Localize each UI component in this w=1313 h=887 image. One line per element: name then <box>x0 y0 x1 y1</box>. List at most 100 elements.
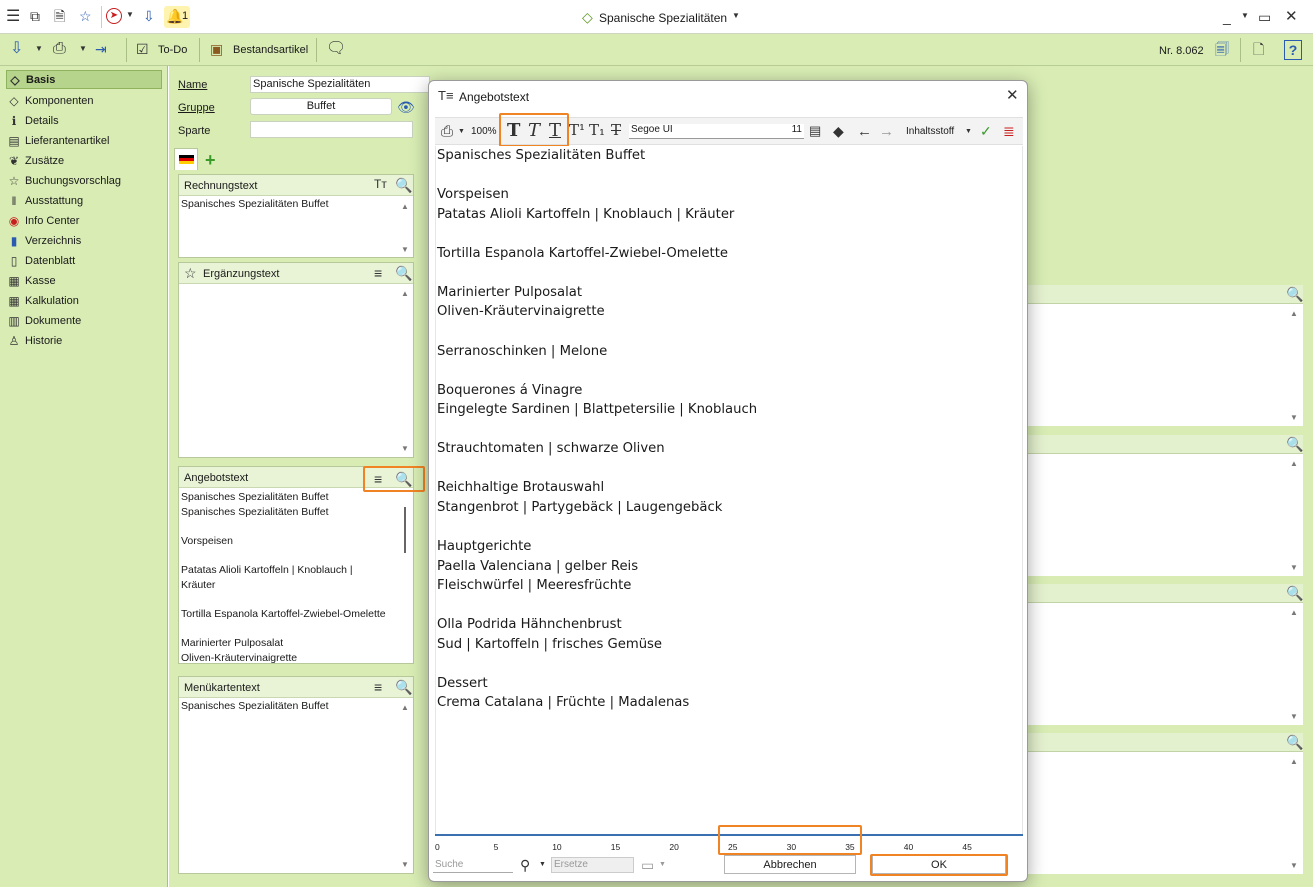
zoom-icon[interactable]: 🔍 <box>395 680 412 694</box>
redo-arrow-icon[interactable]: → <box>879 124 894 139</box>
style-dropdown[interactable]: Inhaltsstoff <box>906 126 954 137</box>
nav-item-basis[interactable]: ◇ Basis <box>6 70 162 89</box>
scroll-down-icon[interactable]: ▼ <box>1290 862 1298 870</box>
replace-icon[interactable]: ▭ <box>641 858 654 872</box>
nav-item-kasse[interactable]: ▦ Kasse <box>6 271 162 290</box>
spellcheck-icon[interactable]: ✓ <box>980 124 992 138</box>
comment-icon[interactable]: 🗨 <box>326 41 346 57</box>
zoom-level[interactable]: 100% <box>471 126 497 137</box>
strikethrough-icon[interactable]: T <box>611 123 621 138</box>
compass-icon[interactable]: ➤ <box>106 8 122 24</box>
document-clock-icon[interactable]: 🗋 <box>1253 42 1264 56</box>
maximize-icon[interactable]: ▭ <box>1258 10 1271 24</box>
minimize-icon[interactable]: _ <box>1223 10 1231 24</box>
nav-item-historie[interactable]: ♙ Historie <box>6 331 162 350</box>
panel-title: Rechnungstext <box>184 180 258 192</box>
zoom-icon[interactable]: 🔍 <box>395 266 412 280</box>
text-editor[interactable]: Spanisches Spezialitäten Buffet Vorspeise… <box>435 146 1023 834</box>
chevron-down-icon[interactable]: ▼ <box>126 11 134 19</box>
nav-item-zusaetze[interactable]: ❦ Zusätze <box>6 151 162 170</box>
nav-item-komponenten[interactable]: ◇ Komponenten <box>6 91 162 110</box>
scroll-up-icon[interactable]: ▲ <box>1290 609 1298 617</box>
zoom-icon[interactable]: 🔍 <box>395 178 412 192</box>
favorites-icon[interactable]: ☆ <box>79 9 92 23</box>
print-icon[interactable]: ⎙ <box>53 41 66 57</box>
nav-item-info-center[interactable]: ◉ Info Center <box>6 211 162 230</box>
superscript-icon[interactable]: T¹ <box>569 123 585 138</box>
title-dropdown-icon[interactable]: ▼ <box>732 12 740 20</box>
dialog-close-icon[interactable]: ✕ <box>1006 88 1019 103</box>
nav-item-datenblatt[interactable]: ▯ Datenblatt <box>6 251 162 270</box>
nav-item-dokumente[interactable]: ▥ Dokumente <box>6 311 162 330</box>
language-tab-de[interactable] <box>174 148 198 170</box>
print-icon[interactable]: ⎙ <box>441 124 453 139</box>
nav-item-lieferantenartikel[interactable]: ▤ Lieferantenartikel <box>6 131 162 150</box>
separator <box>1240 38 1241 62</box>
undo-arrow-icon[interactable]: ← <box>857 124 872 139</box>
nav-item-buchungsvorschlag[interactable]: ☆ Buchungsvorschlag <box>6 171 162 190</box>
help-icon[interactable]: ? <box>1284 40 1302 60</box>
close-icon[interactable]: ✕ <box>1285 9 1298 24</box>
eye-icon[interactable]: 👁 <box>397 100 415 114</box>
scroll-up-icon[interactable]: ▲ <box>401 290 409 298</box>
scroll-up-icon[interactable]: ▲ <box>1290 758 1298 766</box>
nav-item-ausstattung[interactable]: ‖ Ausstattung <box>6 191 162 210</box>
search-icon[interactable]: ⚲ <box>520 858 530 872</box>
todo-button[interactable]: To-Do <box>158 44 187 56</box>
scroll-down-icon[interactable]: ▼ <box>1290 414 1298 422</box>
gruppe-field[interactable]: Buffet <box>250 98 392 115</box>
highlight-box <box>363 466 425 492</box>
scrollbar-thumb[interactable] <box>404 507 406 553</box>
add-language-icon[interactable]: + <box>205 151 216 169</box>
nav-item-details[interactable]: ℹ Details <box>6 111 162 130</box>
zoom-icon[interactable]: 🔍 <box>1286 735 1303 749</box>
tag-icon: ◇ <box>10 72 20 87</box>
font-size[interactable]: 11 <box>792 124 802 135</box>
name-field[interactable]: Spanische Spezialitäten <box>250 76 430 93</box>
scroll-up-icon[interactable]: ▲ <box>401 704 409 712</box>
print-dropdown-icon[interactable]: ▼ <box>79 45 87 53</box>
scroll-up-icon[interactable]: ▲ <box>401 203 409 211</box>
recent-documents-icon[interactable]: 🗎 <box>54 9 65 23</box>
transfer-icon[interactable]: ⇥ <box>95 42 107 56</box>
save-download-icon[interactable]: ⇩ <box>10 41 23 57</box>
scroll-down-icon[interactable]: ▼ <box>401 861 409 869</box>
checklist-icon: ☑ <box>136 41 149 57</box>
scroll-down-icon[interactable]: ▼ <box>401 246 409 254</box>
zoom-icon[interactable]: 🔍 <box>1286 437 1303 451</box>
sort-list-icon[interactable]: ≡ <box>374 266 382 280</box>
search-field[interactable]: Suche <box>433 857 513 873</box>
bookmark-download-icon[interactable]: ⇩ <box>143 9 155 23</box>
font-name-field[interactable]: Segoe UI 11 <box>629 124 804 139</box>
eraser-icon[interactable]: ◆ <box>833 124 844 138</box>
zoom-icon[interactable]: 🔍 <box>1286 287 1303 301</box>
scroll-down-icon[interactable]: ▼ <box>401 445 409 453</box>
replace-dropdown-icon[interactable]: ▼ <box>659 861 666 868</box>
scroll-up-icon[interactable]: ▲ <box>1290 460 1298 468</box>
nav-item-verzeichnis[interactable]: ▮ Verzeichnis <box>6 231 162 250</box>
scroll-down-icon[interactable]: ▼ <box>1290 713 1298 721</box>
windows-icon[interactable]: ⧉ <box>30 9 40 23</box>
sparte-field[interactable] <box>250 121 413 138</box>
document-settings-icon[interactable]: 🗐 <box>1215 42 1229 56</box>
sort-list-icon[interactable]: ≡ <box>374 680 382 694</box>
name-label: Name <box>178 79 208 91</box>
search-dropdown-icon[interactable]: ▼ <box>539 861 546 868</box>
cancel-button[interactable]: Abbrechen <box>724 855 856 874</box>
window-menu-icon[interactable]: ▼ <box>1241 12 1249 20</box>
font-size-icon[interactable]: ▤ <box>809 124 821 137</box>
style-dropdown-icon[interactable]: ▼ <box>965 128 972 135</box>
replace-field[interactable]: Ersetze <box>551 857 634 873</box>
scroll-down-icon[interactable]: ▼ <box>1290 564 1298 572</box>
notification-button[interactable]: 🔔 1 <box>164 6 190 28</box>
text-format-icon[interactable]: Tт <box>374 178 387 190</box>
zoom-icon[interactable]: 🔍 <box>1286 586 1303 600</box>
hamburger-menu-icon[interactable]: ☰ <box>6 9 20 25</box>
print-dropdown-icon[interactable]: ▼ <box>458 128 465 135</box>
subscript-icon[interactable]: T₁ <box>589 123 605 138</box>
save-dropdown-icon[interactable]: ▼ <box>35 45 43 53</box>
format-clear-icon[interactable]: ≣ <box>1003 124 1015 138</box>
scroll-up-icon[interactable]: ▲ <box>1290 310 1298 318</box>
bestandsartikel-button[interactable]: Bestandsartikel <box>233 44 308 56</box>
nav-item-kalkulation[interactable]: ▦ Kalkulation <box>6 291 162 310</box>
